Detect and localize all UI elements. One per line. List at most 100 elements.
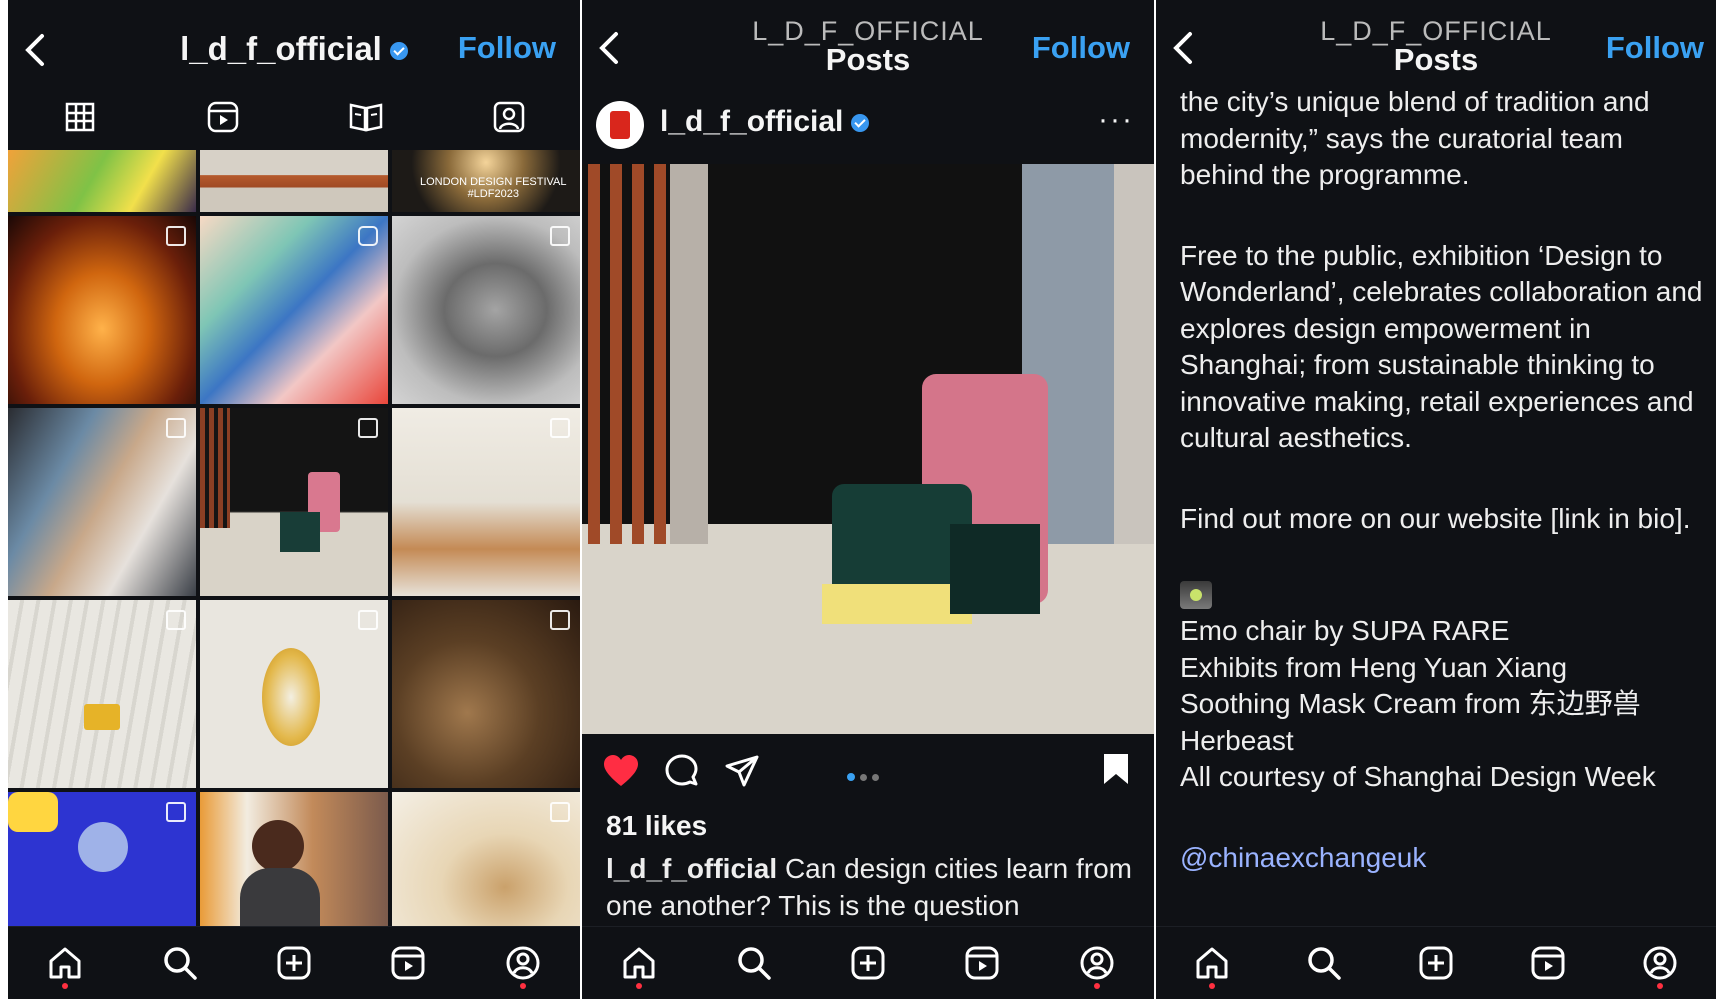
grid-post[interactable] <box>392 792 580 928</box>
bottom-nav <box>8 926 580 999</box>
reels-icon <box>965 946 999 980</box>
grid-post[interactable] <box>200 408 388 596</box>
carousel-icon <box>166 802 186 822</box>
notification-dot <box>1093 983 1100 989</box>
likes-count[interactable]: 81 likes <box>606 810 707 842</box>
camera-emoji-icon <box>1180 581 1212 609</box>
carousel-icon <box>550 418 570 438</box>
grid-post-caption: LONDON DESIGN FESTIVAL #LDF2023 <box>420 176 567 200</box>
grid-post[interactable] <box>392 408 580 596</box>
search-icon <box>737 947 771 980</box>
nav-create[interactable] <box>846 941 890 985</box>
nav-profile[interactable] <box>501 941 545 989</box>
post-author: l_d_f_official ··· <box>596 95 1140 151</box>
guides-icon <box>349 103 382 132</box>
status-bar <box>1156 0 1716 12</box>
post-header: L_D_F_OFFICIAL Posts Follow <box>1156 16 1716 77</box>
grid-post[interactable] <box>8 216 196 404</box>
create-icon <box>277 946 311 980</box>
nav-reels[interactable] <box>386 941 430 985</box>
grid-post[interactable] <box>200 150 388 212</box>
nav-reels[interactable] <box>960 941 1004 985</box>
search-icon <box>163 947 197 980</box>
caption-paragraph: the city’s unique blend of tradition and… <box>1180 86 1650 190</box>
verified-icon <box>851 114 870 133</box>
grid-post[interactable] <box>8 150 196 212</box>
carousel-icon <box>166 226 186 246</box>
carousel-icon <box>550 226 570 246</box>
caption-username[interactable]: l_d_f_official <box>606 853 777 884</box>
caption-paragraph: Free to the public, exhibition ‘Design t… <box>1180 239 1703 454</box>
grid-post[interactable] <box>8 792 196 928</box>
search-icon <box>1308 947 1341 980</box>
credit-line: All courtesy of Shanghai Design Week <box>1180 761 1656 792</box>
grid-post[interactable] <box>8 408 196 596</box>
nav-reels[interactable] <box>1526 941 1570 985</box>
chair-photo <box>582 164 1154 734</box>
reels-icon <box>1531 946 1565 980</box>
avatar[interactable] <box>596 101 644 149</box>
nav-create[interactable] <box>272 941 316 985</box>
nav-create[interactable] <box>1414 941 1458 985</box>
reels-icon <box>207 101 238 133</box>
tab-grid[interactable] <box>63 100 97 134</box>
nav-home[interactable] <box>43 941 87 989</box>
notification-dot <box>1209 983 1215 989</box>
grid-post[interactable] <box>200 792 388 928</box>
grid-post[interactable] <box>8 600 196 788</box>
tab-tagged[interactable] <box>492 100 526 134</box>
heart-icon[interactable] <box>602 754 640 788</box>
comment-icon[interactable] <box>664 754 700 790</box>
create-icon <box>1419 946 1453 980</box>
profile-icon <box>1080 946 1114 980</box>
follow-button[interactable]: Follow <box>458 30 556 66</box>
reels-badge-icon <box>358 226 378 246</box>
profile-username: l_d_f_official <box>180 30 382 67</box>
carousel-icon <box>550 802 570 822</box>
grid-post[interactable] <box>392 600 580 788</box>
reels-icon <box>391 946 425 980</box>
create-icon <box>851 946 885 980</box>
notification-dot <box>62 983 69 989</box>
home-icon <box>1196 947 1228 979</box>
status-bar <box>8 0 580 12</box>
follow-button[interactable]: Follow <box>1606 30 1704 66</box>
post-caption: l_d_f_official Can design cities learn f… <box>606 850 1136 924</box>
nav-home[interactable] <box>1190 941 1234 989</box>
post-image[interactable] <box>582 164 1154 734</box>
profile-tabs <box>8 94 580 140</box>
mention-link[interactable]: @chinaexchangeuk <box>1180 840 1704 877</box>
grid-post[interactable]: LONDON DESIGN FESTIVAL #LDF2023 <box>392 150 580 212</box>
nav-search[interactable] <box>1302 941 1346 985</box>
nav-search[interactable] <box>732 941 776 985</box>
carousel-dot <box>860 774 867 781</box>
nav-profile[interactable] <box>1638 941 1682 989</box>
status-bar <box>582 0 1154 12</box>
nav-search[interactable] <box>158 941 202 985</box>
share-icon[interactable] <box>724 754 760 788</box>
more-options-icon[interactable]: ··· <box>1098 103 1134 137</box>
nav-profile[interactable] <box>1075 941 1119 989</box>
follow-button[interactable]: Follow <box>1032 30 1130 66</box>
credit-line: Soothing Mask Cream from 东边野兽 Herbeast <box>1180 688 1641 756</box>
credit-line: Exhibits from Heng Yuan Xiang <box>1180 651 1568 683</box>
carousel-icon <box>166 610 186 630</box>
carousel-icon <box>358 418 378 438</box>
carousel-dot-active <box>847 773 855 781</box>
tab-guides[interactable] <box>349 100 383 134</box>
grid-icon <box>65 102 94 132</box>
nav-home[interactable] <box>617 941 661 989</box>
carousel-icon <box>550 610 570 630</box>
grid-post[interactable] <box>392 216 580 404</box>
author-name[interactable]: l_d_f_official <box>660 105 870 139</box>
post-grid: LONDON DESIGN FESTIVAL #LDF2023 <box>8 150 580 928</box>
caption-full-text: the city’s unique blend of tradition and… <box>1180 84 1704 876</box>
carousel-icon <box>358 610 378 630</box>
post-header: L_D_F_OFFICIAL Posts Follow <box>582 16 1154 77</box>
profile-icon <box>1643 946 1677 980</box>
grid-post[interactable] <box>200 600 388 788</box>
credit-line: Emo chair by SUPA RARE <box>1180 615 1510 646</box>
tab-reels[interactable] <box>206 100 240 134</box>
bookmark-icon[interactable] <box>1102 752 1130 786</box>
grid-post[interactable] <box>200 216 388 404</box>
